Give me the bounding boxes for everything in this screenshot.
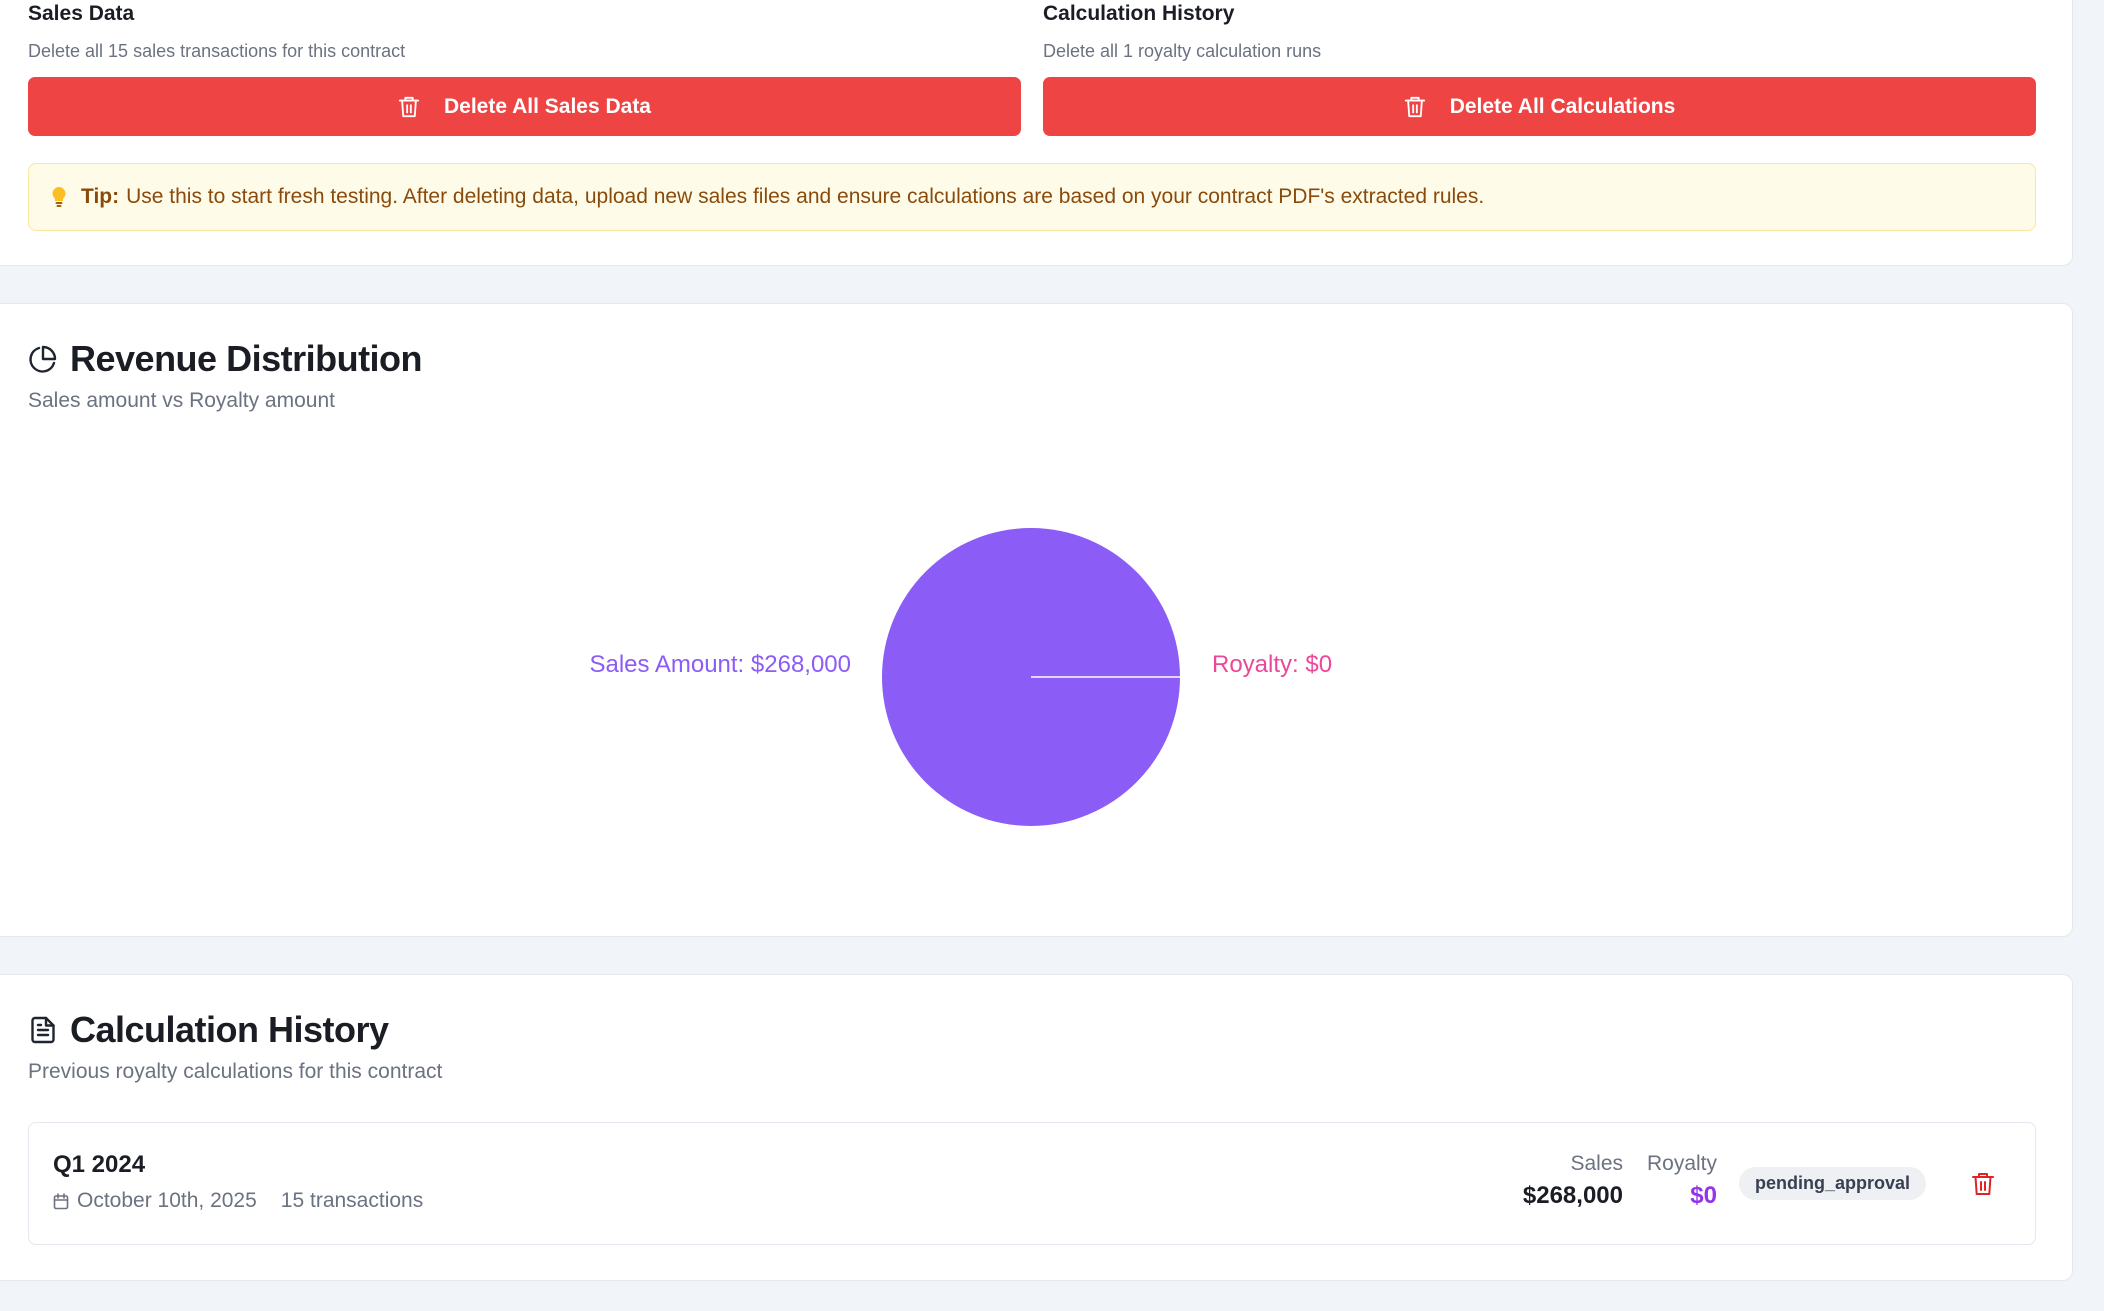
calculation-history-description: Delete all 1 royalty calculation runs: [1043, 41, 1322, 61]
status-badge: pending_approval: [1739, 1167, 1927, 1200]
pie-label-royalty: Royalty: $0: [1212, 651, 1333, 678]
sales-data-title: Sales Data: [28, 2, 135, 25]
delete-sales-section: Sales Data Delete all 15 sales transacti…: [28, 1, 1021, 136]
pie-chart-svg: [882, 528, 1180, 826]
calculation-transactions: 15 transactions: [280, 1189, 424, 1212]
sales-stat-value: $268,000: [1522, 1182, 1623, 1209]
calculation-date: October 10th, 2025: [77, 1189, 257, 1212]
calculation-history-title: Calculation History: [1043, 2, 1235, 25]
pie-label-sales: Sales Amount: $268,000: [589, 651, 851, 678]
delete-all-calculations-button[interactable]: Delete All Calculations: [1043, 77, 2036, 136]
danger-zone-card: Sales Data Delete all 15 sales transacti…: [0, 0, 2073, 266]
royalty-stat-value: $0: [1690, 1182, 1717, 1209]
trash-icon: [1404, 96, 1425, 117]
tip-banner: Tip: Use this to start fresh testing. Af…: [28, 163, 2036, 231]
delete-all-calculations-label: Delete All Calculations: [1449, 94, 1676, 118]
delete-all-sales-button[interactable]: Delete All Sales Data: [28, 77, 1021, 136]
trash-icon[interactable]: [1971, 1171, 1995, 1197]
calculation-history-section-title: Calculation History: [70, 1009, 389, 1050]
delete-calculations-section: Calculation History Delete all 1 royalty…: [1043, 1, 2036, 136]
revenue-distribution-card: Revenue Distribution Sales amount vs Roy…: [0, 303, 2073, 937]
calculation-history-header: Calculation History: [28, 1009, 389, 1051]
sales-stat: Sales $268,000: [1523, 1151, 1623, 1211]
lightbulb-icon: [52, 187, 66, 207]
sales-stat-label: Sales: [1570, 1152, 1623, 1175]
calculation-history-card: Calculation History Previous royalty cal…: [0, 974, 2073, 1281]
sales-data-description: Delete all 15 sales transactions for thi…: [28, 41, 406, 61]
file-text-icon: [31, 1016, 55, 1044]
delete-all-sales-label: Delete All Sales Data: [444, 94, 651, 118]
tip-text: Use this to start fresh testing. After d…: [126, 185, 1485, 208]
calendar-icon: [53, 1192, 69, 1209]
calculation-period: Q1 2024: [53, 1151, 146, 1178]
calculation-row[interactable]: Q1 2024 October 10th, 2025 15 transactio…: [28, 1122, 2036, 1245]
tip-label: Tip:: [81, 185, 120, 208]
calculation-history-subtitle: Previous royalty calculations for this c…: [28, 1060, 443, 1083]
revenue-pie-chart: Sales Amount: $268,000 Royalty: $0: [0, 304, 2073, 938]
calculation-meta: October 10th, 2025 15 transactions: [53, 1189, 423, 1213]
royalty-stat: Royalty $0: [1647, 1151, 1717, 1211]
trash-icon: [398, 96, 420, 117]
royalty-stat-label: Royalty: [1646, 1152, 1717, 1175]
